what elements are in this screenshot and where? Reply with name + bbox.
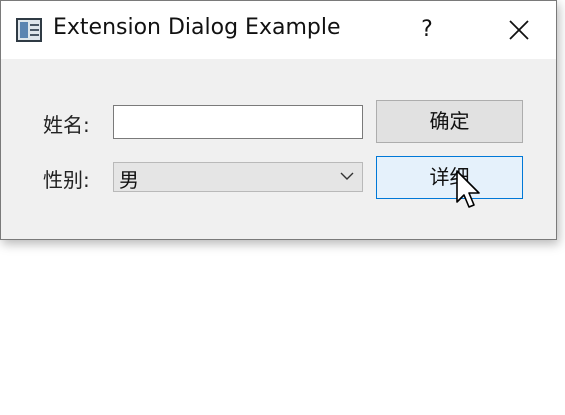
detail-button[interactable]: 详细 xyxy=(376,156,523,199)
title-bar[interactable]: Extension Dialog Example ? xyxy=(1,1,556,59)
name-label: 姓名: xyxy=(43,113,90,137)
help-button[interactable]: ? xyxy=(401,13,453,47)
mouse-pointer-icon xyxy=(456,170,480,208)
app-icon xyxy=(16,18,42,42)
dialog-window: Extension Dialog Example ? 姓名: 性别: 男 确定 … xyxy=(0,0,557,240)
close-icon xyxy=(509,20,529,40)
ok-button[interactable]: 确定 xyxy=(376,100,523,143)
chevron-down-icon xyxy=(340,172,354,180)
gender-label: 性别: xyxy=(43,168,90,192)
gender-selected-value: 男 xyxy=(119,168,139,192)
window-title: Extension Dialog Example xyxy=(53,15,341,40)
name-input[interactable] xyxy=(113,105,363,139)
gender-combobox[interactable]: 男 xyxy=(113,162,363,192)
close-button[interactable] xyxy=(493,13,545,47)
